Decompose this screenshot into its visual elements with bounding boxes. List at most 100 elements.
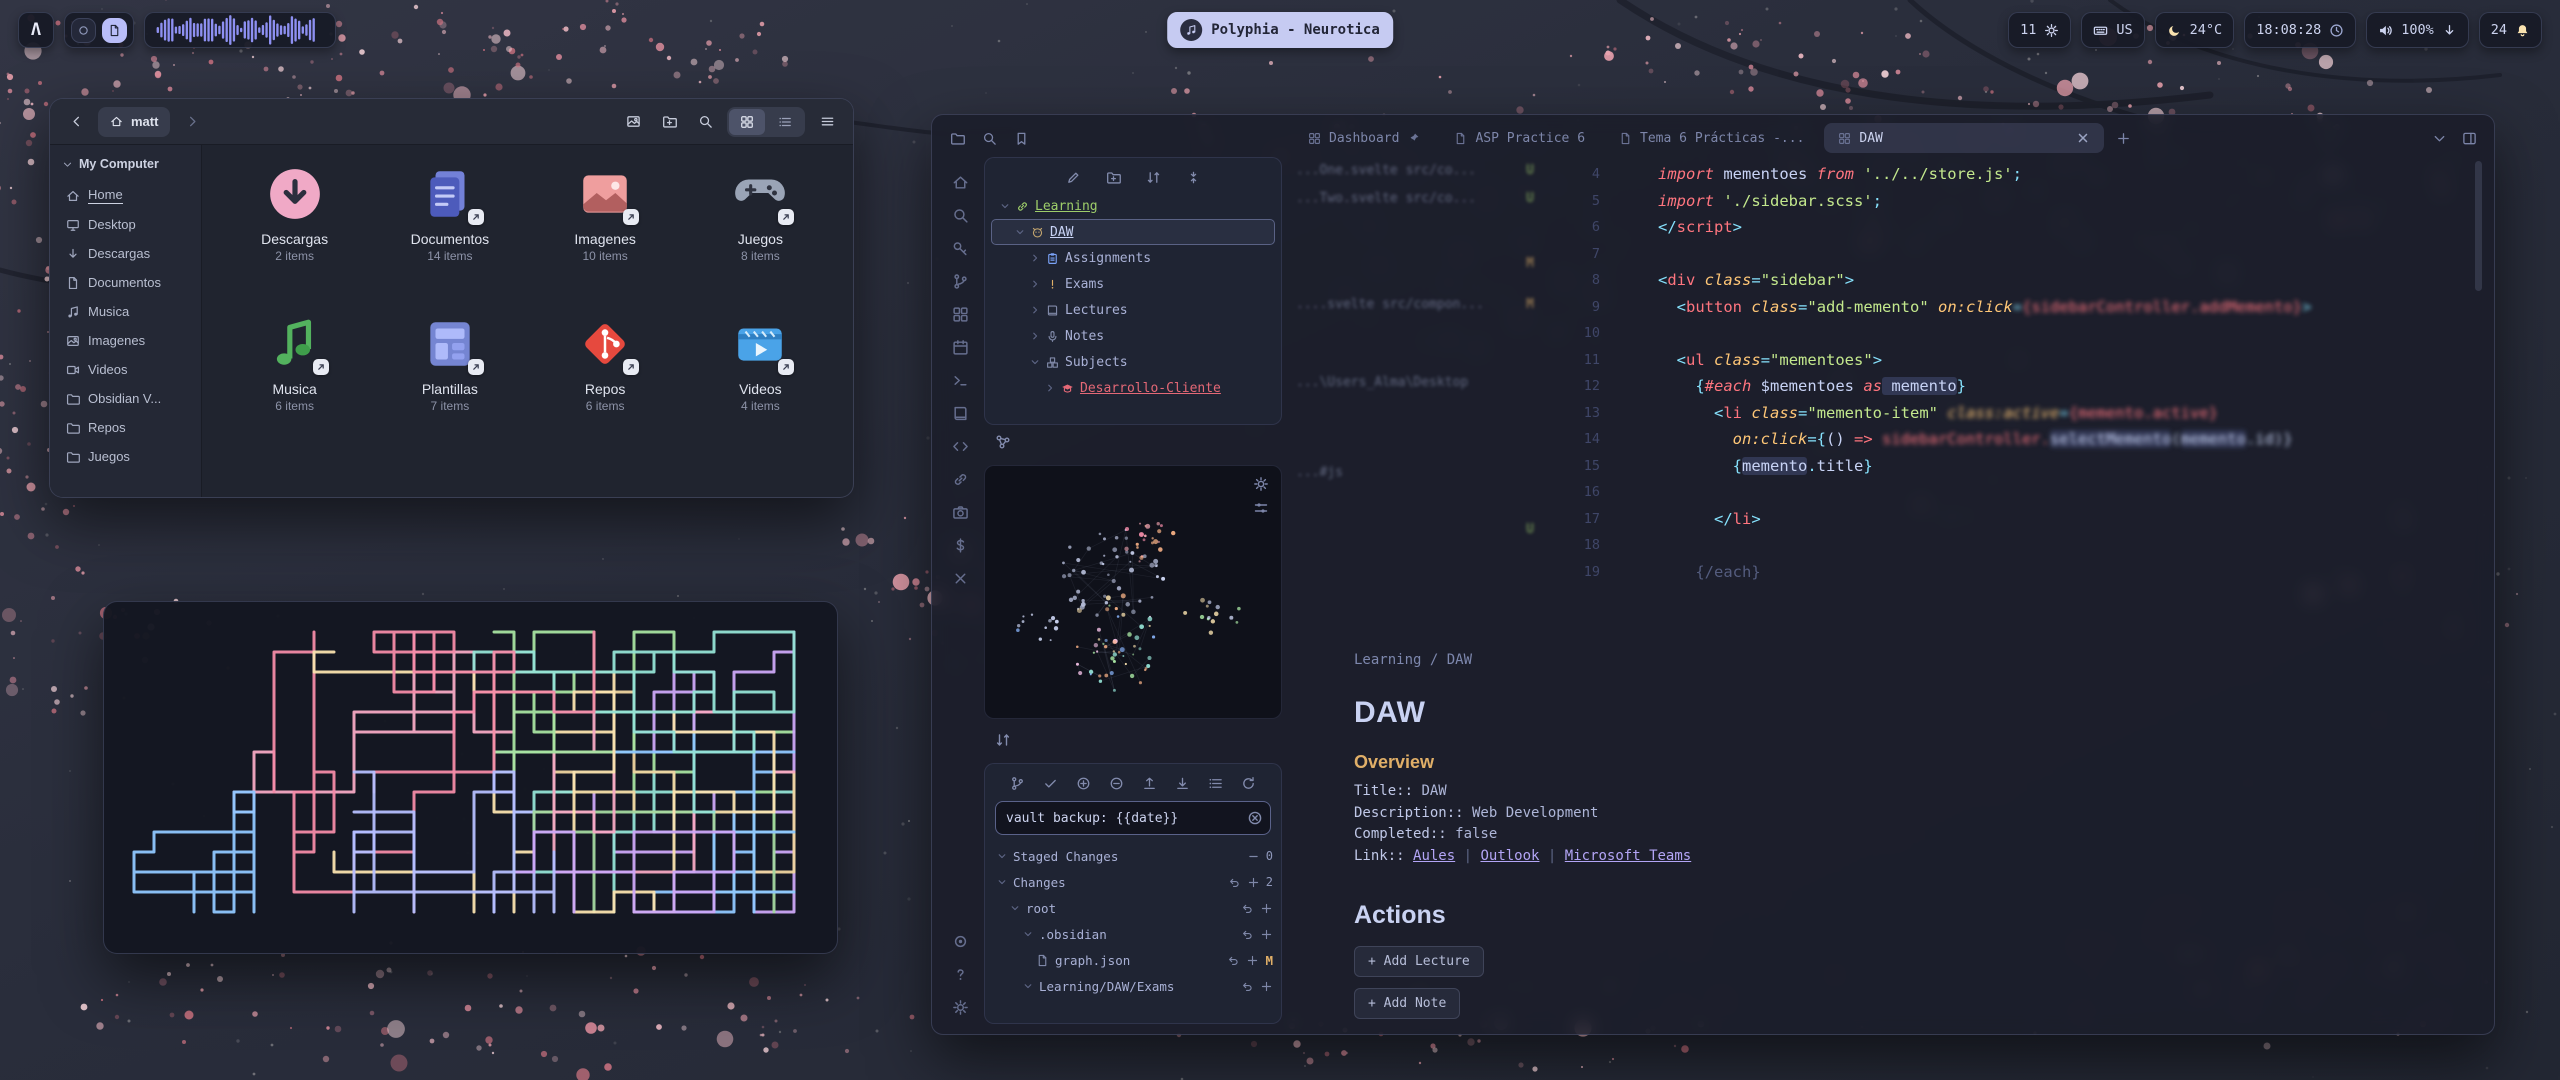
tab-list-button[interactable]: [2426, 125, 2452, 151]
git-plus-circle-button[interactable]: [1074, 773, 1094, 793]
editor-scrollbar[interactable]: [2475, 161, 2482, 291]
grid-view-button[interactable]: [729, 109, 765, 135]
sidebar-item-obsidian-v[interactable]: Obsidian V...: [58, 384, 193, 413]
activity-link-button[interactable]: [949, 468, 971, 490]
tree-item-assignments[interactable]: Assignments: [991, 245, 1275, 271]
git-row-changes[interactable]: Changes2: [993, 869, 1273, 895]
activity-terminal-button[interactable]: [949, 369, 971, 391]
local-graph-button[interactable]: [992, 431, 1014, 453]
sidebar-item-documentos[interactable]: Documentos: [58, 268, 193, 297]
graph-settings-button[interactable]: [1253, 476, 1271, 494]
sidebar-item-imagenes[interactable]: Imagenes: [58, 326, 193, 355]
git-row-graph-json[interactable]: graph.jsonM: [993, 947, 1273, 973]
forward-button[interactable]: [178, 108, 206, 136]
link-microsoft-teams[interactable]: Microsoft Teams: [1565, 848, 1691, 864]
commit-message-input[interactable]: [995, 801, 1271, 835]
back-button[interactable]: [62, 108, 90, 136]
activity-branch-button[interactable]: [949, 270, 971, 292]
explorer-sort-button[interactable]: [1143, 167, 1163, 187]
tree-item-daw[interactable]: DAW: [991, 219, 1275, 245]
sidebar-item-juegos[interactable]: Juegos: [58, 442, 193, 471]
activity-question-button[interactable]: [949, 963, 971, 985]
sidebar-title[interactable]: My Computer: [58, 155, 193, 181]
git-minus-circle-button[interactable]: [1107, 773, 1127, 793]
tree-item-lectures[interactable]: Lectures: [991, 297, 1275, 323]
tree-item-notes[interactable]: Notes: [991, 323, 1275, 349]
tree-item-desarrollo-cliente[interactable]: Desarrollo-Cliente: [991, 375, 1275, 401]
graph-filter-button[interactable]: [1253, 500, 1271, 518]
activity-dollar-button[interactable]: [949, 534, 971, 556]
git-list-button[interactable]: [1206, 773, 1226, 793]
tab-asp-practice-6[interactable]: ASP Practice 6: [1440, 123, 1599, 153]
activity-grid-button[interactable]: [949, 303, 971, 325]
media-player-pill[interactable]: Polyphia - Neurotica: [1167, 12, 1393, 48]
git-branch-button[interactable]: [1008, 773, 1028, 793]
activity-gear-button[interactable]: [949, 996, 971, 1018]
tab-tema-6-pr-cticas[interactable]: Tema 6 Prácticas -...: [1605, 123, 1818, 153]
volume-module[interactable]: 100%: [2366, 12, 2469, 48]
add-lecture-button[interactable]: + Add Lecture: [1354, 946, 1484, 977]
git-row-root[interactable]: root: [993, 895, 1273, 921]
link-aules[interactable]: Aules: [1413, 848, 1455, 864]
git-upload-button[interactable]: [1140, 773, 1160, 793]
git-row-obsidian[interactable]: .obsidian: [993, 921, 1273, 947]
tab-dashboard[interactable]: Dashboard: [1294, 123, 1434, 153]
git-download2-button[interactable]: [1173, 773, 1193, 793]
activity-key-button[interactable]: [949, 237, 971, 259]
notifications-module[interactable]: 24: [2479, 12, 2542, 48]
search-strip-button[interactable]: [976, 125, 1002, 151]
tree-item-subjects[interactable]: Subjects: [991, 349, 1275, 375]
sync-button[interactable]: [992, 729, 1014, 751]
folder-imagenes[interactable]: Imagenes10 items: [531, 157, 680, 307]
weather-module[interactable]: 24°C: [2155, 12, 2235, 48]
clock-module[interactable]: 18:08:28: [2244, 12, 2356, 48]
search-button[interactable]: [691, 108, 719, 136]
list-view-button[interactable]: [767, 109, 803, 135]
keyboard-layout-module[interactable]: US: [2081, 12, 2144, 48]
activity-x-button[interactable]: [949, 567, 971, 589]
explorer-folder-plus-button[interactable]: [1103, 167, 1123, 187]
sidebar-item-descargas[interactable]: Descargas: [58, 239, 193, 268]
folder-musica[interactable]: Musica6 items: [220, 307, 369, 457]
tab-daw[interactable]: DAW: [1824, 123, 2104, 153]
explorer-collapse-button[interactable]: [1183, 167, 1203, 187]
folder-descargas[interactable]: Descargas2 items: [220, 157, 369, 307]
folder-repos[interactable]: Repos6 items: [531, 307, 680, 457]
workspace-2[interactable]: [102, 18, 127, 43]
git-refresh-button[interactable]: [1239, 773, 1259, 793]
tree-item-learning[interactable]: Learning: [991, 193, 1275, 219]
launcher-button[interactable]: Λ: [18, 12, 54, 48]
breadcrumb[interactable]: matt: [98, 107, 170, 137]
bookmark-strip-button[interactable]: [1008, 125, 1034, 151]
link-outlook[interactable]: Outlook: [1480, 848, 1539, 864]
split-editor-button[interactable]: [2456, 125, 2482, 151]
workspace-1[interactable]: [71, 18, 96, 43]
updates-module[interactable]: 11: [2008, 12, 2071, 48]
sidebar-item-repos[interactable]: Repos: [58, 413, 193, 442]
folder-documentos[interactable]: Documentos14 items: [375, 157, 524, 307]
new-folder-button[interactable]: [655, 108, 683, 136]
new-tab-button[interactable]: [2110, 125, 2136, 151]
git-check-button[interactable]: [1041, 773, 1061, 793]
folder-videos[interactable]: Videos4 items: [686, 307, 835, 457]
activity-search-button[interactable]: [949, 204, 971, 226]
add-note-button[interactable]: + Add Note: [1354, 988, 1460, 1019]
sidebar-item-videos[interactable]: Videos: [58, 355, 193, 384]
sidebar-item-desktop[interactable]: Desktop: [58, 210, 193, 239]
activity-code-button[interactable]: [949, 435, 971, 457]
folder-plantillas[interactable]: Plantillas7 items: [375, 307, 524, 457]
git-row-staged-changes[interactable]: Staged Changes0: [993, 843, 1273, 869]
clear-message-button[interactable]: [1247, 810, 1263, 826]
activity-home-button[interactable]: [949, 171, 971, 193]
explorer-pencil-button[interactable]: [1063, 167, 1083, 187]
folder-juegos[interactable]: Juegos8 items: [686, 157, 835, 307]
code-pane[interactable]: 4import mementoes from '../../store.js';…: [1524, 161, 2484, 585]
media-button[interactable]: [619, 108, 647, 136]
sidebar-item-musica[interactable]: Musica: [58, 297, 193, 326]
menu-button[interactable]: [813, 108, 841, 136]
activity-book-button[interactable]: [949, 402, 971, 424]
sidebar-item-home[interactable]: Home: [58, 181, 193, 210]
close-tab-icon[interactable]: [2076, 131, 2090, 145]
git-row-learning-daw-exams[interactable]: Learning/DAW/Exams: [993, 973, 1273, 999]
tree-item-exams[interactable]: Exams: [991, 271, 1275, 297]
